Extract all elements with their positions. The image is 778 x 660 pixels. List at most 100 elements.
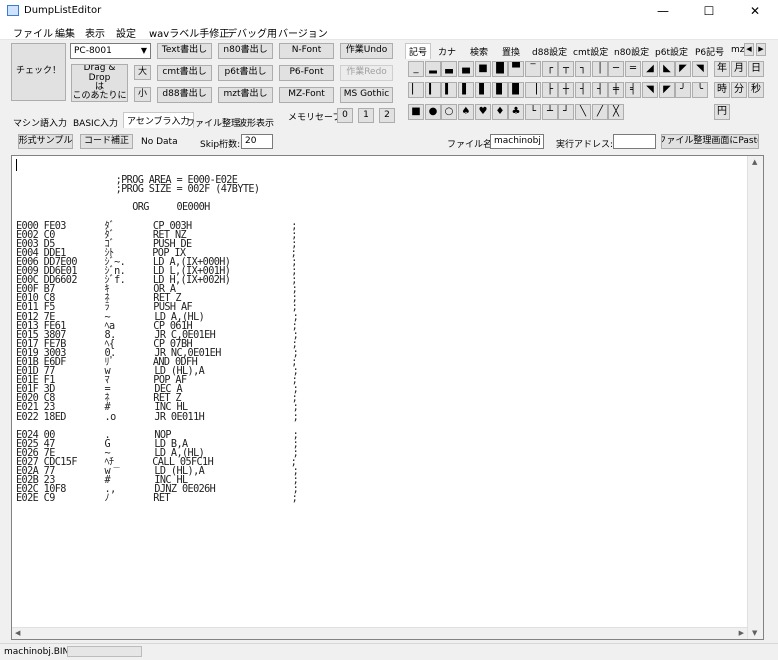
horizontal-scrollbar[interactable]: ◀ ▶: [12, 627, 747, 639]
symbol-button[interactable]: ┤: [575, 82, 591, 98]
symbol-button[interactable]: ▊: [492, 82, 508, 98]
n80-export-button[interactable]: n80書出し: [218, 43, 273, 59]
symbol-button[interactable]: ♠: [458, 104, 474, 120]
kanji-symbol-button[interactable]: 月: [731, 61, 747, 77]
symbol-button[interactable]: ◤: [675, 61, 691, 77]
kanji-symbol-button[interactable]: 日: [748, 61, 764, 77]
drag-drop-area[interactable]: Drag & Drop は このあたりに: [71, 64, 128, 102]
symbol-button[interactable]: ┐: [575, 61, 591, 77]
tab-scroll-left-icon[interactable]: ◀: [744, 43, 754, 56]
symbol-button[interactable]: ┬: [558, 61, 574, 77]
symbol-button[interactable]: ○: [441, 104, 457, 120]
symbol-button[interactable]: ╰: [692, 82, 708, 98]
scroll-right-icon[interactable]: ▶: [739, 629, 744, 637]
close-button[interactable]: ✕: [732, 0, 778, 22]
tab-mz[interactable]: mz: [731, 45, 745, 55]
symbol-button[interactable]: ◣: [659, 61, 675, 77]
memory-slot-1[interactable]: 1: [358, 108, 374, 123]
tab-waveform[interactable]: 波形表示: [238, 116, 274, 129]
symbol-button[interactable]: ▏: [408, 82, 424, 98]
symbol-button[interactable]: ▎: [425, 82, 441, 98]
symbol-button[interactable]: ┌: [542, 61, 558, 77]
menu-settings[interactable]: 設定: [116, 25, 136, 40]
symbol-button[interactable]: ╡: [625, 82, 641, 98]
symbol-button[interactable]: ┴: [542, 104, 558, 120]
tab-assembler[interactable]: アセンブラ入力: [123, 112, 194, 128]
tab-symbols[interactable]: 記号: [405, 43, 432, 59]
symbol-button[interactable]: ▉: [508, 82, 524, 98]
symbol-button[interactable]: ┼: [558, 82, 574, 98]
size-small-button[interactable]: 小: [134, 87, 151, 102]
tab-kana[interactable]: カナ: [438, 45, 456, 58]
symbol-button[interactable]: ▃: [441, 61, 457, 77]
symbol-button[interactable]: ▀: [508, 61, 524, 77]
p6t-export-button[interactable]: p6t書出し: [218, 65, 273, 81]
symbol-button[interactable]: ═: [625, 61, 641, 77]
ms-gothic-button[interactable]: MS Gothic: [340, 87, 393, 103]
text-export-button[interactable]: Text書出し: [157, 43, 212, 59]
symbol-button[interactable]: ◥: [642, 82, 658, 98]
menu-wav-label[interactable]: wavラベル手修正: [149, 25, 229, 40]
tab-machine-code[interactable]: マシン語入力: [13, 116, 67, 129]
machine-select[interactable]: PC-8001 ▼: [70, 43, 151, 59]
tab-cmt-settings[interactable]: cmt設定: [573, 45, 608, 58]
skip-digits-input[interactable]: 20: [241, 134, 273, 149]
symbol-button[interactable]: ●: [425, 104, 441, 120]
symbol-button[interactable]: ▋: [475, 82, 491, 98]
exec-address-input[interactable]: [613, 134, 656, 149]
symbol-button[interactable]: ♥: [475, 104, 491, 120]
d88-export-button[interactable]: d88書出し: [157, 87, 212, 103]
tab-basic[interactable]: BASIC入力: [73, 116, 118, 129]
format-sample-button[interactable]: 形式サンプル: [18, 134, 73, 149]
scroll-left-icon[interactable]: ◀: [15, 629, 20, 637]
assembler-editor[interactable]: ;PROG AREA = E000-E02E ;PROG SIZE = 002F…: [11, 155, 764, 640]
check-button[interactable]: チェック！: [11, 43, 66, 101]
tab-p6t-settings[interactable]: p6t設定: [655, 45, 688, 58]
symbol-button[interactable]: ◥: [692, 61, 708, 77]
symbol-button[interactable]: ◢: [642, 61, 658, 77]
symbol-button[interactable]: ▌: [458, 82, 474, 98]
undo-button[interactable]: 作業Undo: [340, 43, 393, 59]
symbol-button[interactable]: ╪: [608, 82, 624, 98]
symbol-button[interactable]: ♦: [492, 104, 508, 120]
symbol-button[interactable]: └: [525, 104, 541, 120]
symbol-button[interactable]: _: [408, 61, 424, 77]
tab-search[interactable]: 検索: [470, 45, 488, 58]
menu-view[interactable]: 表示: [85, 25, 105, 40]
symbol-button[interactable]: ▍: [441, 82, 457, 98]
symbol-button[interactable]: ■: [475, 61, 491, 77]
symbol-button[interactable]: ▕: [525, 82, 541, 98]
symbol-button[interactable]: ▄: [458, 61, 474, 77]
paste-to-file-organize-button[interactable]: ファイル整理画面にPaste: [661, 134, 759, 149]
memory-slot-2[interactable]: 2: [379, 108, 395, 123]
minimize-button[interactable]: —: [640, 0, 686, 22]
menu-edit[interactable]: 編集: [55, 25, 75, 40]
symbol-button[interactable]: ♣: [508, 104, 524, 120]
tab-scroll-right-icon[interactable]: ▶: [756, 43, 766, 56]
scroll-up-icon[interactable]: ▲: [752, 158, 757, 166]
maximize-button[interactable]: ☐: [686, 0, 732, 22]
symbol-button[interactable]: ┘: [558, 104, 574, 120]
n-font-button[interactable]: N-Font: [279, 43, 334, 59]
tab-replace[interactable]: 置換: [502, 45, 520, 58]
kanji-symbol-button[interactable]: 分: [731, 82, 747, 98]
symbol-button[interactable]: ◤: [659, 82, 675, 98]
tab-n80-settings[interactable]: n80設定: [614, 45, 649, 58]
symbol-button[interactable]: ▂: [425, 61, 441, 77]
symbol-button[interactable]: ■: [408, 104, 424, 120]
kanji-symbol-button[interactable]: 円: [714, 104, 730, 120]
redo-button[interactable]: 作業Redo: [340, 65, 393, 81]
symbol-button[interactable]: ╳: [608, 104, 624, 120]
tab-p6-symbols[interactable]: P6記号: [695, 45, 724, 58]
code-fix-button[interactable]: コード補正: [80, 134, 133, 149]
menu-file[interactable]: ファイル: [13, 25, 53, 40]
menu-version[interactable]: バージョン: [278, 25, 328, 40]
menu-debug[interactable]: デバッグ用: [227, 25, 277, 40]
mzt-export-button[interactable]: mzt書出し: [218, 87, 273, 103]
symbol-button[interactable]: █: [492, 61, 508, 77]
kanji-symbol-button[interactable]: 時: [714, 82, 730, 98]
kanji-symbol-button[interactable]: 秒: [748, 82, 764, 98]
size-large-button[interactable]: 大: [134, 65, 151, 80]
p6-font-button[interactable]: P6-Font: [279, 65, 334, 81]
kanji-symbol-button[interactable]: 年: [714, 61, 730, 77]
